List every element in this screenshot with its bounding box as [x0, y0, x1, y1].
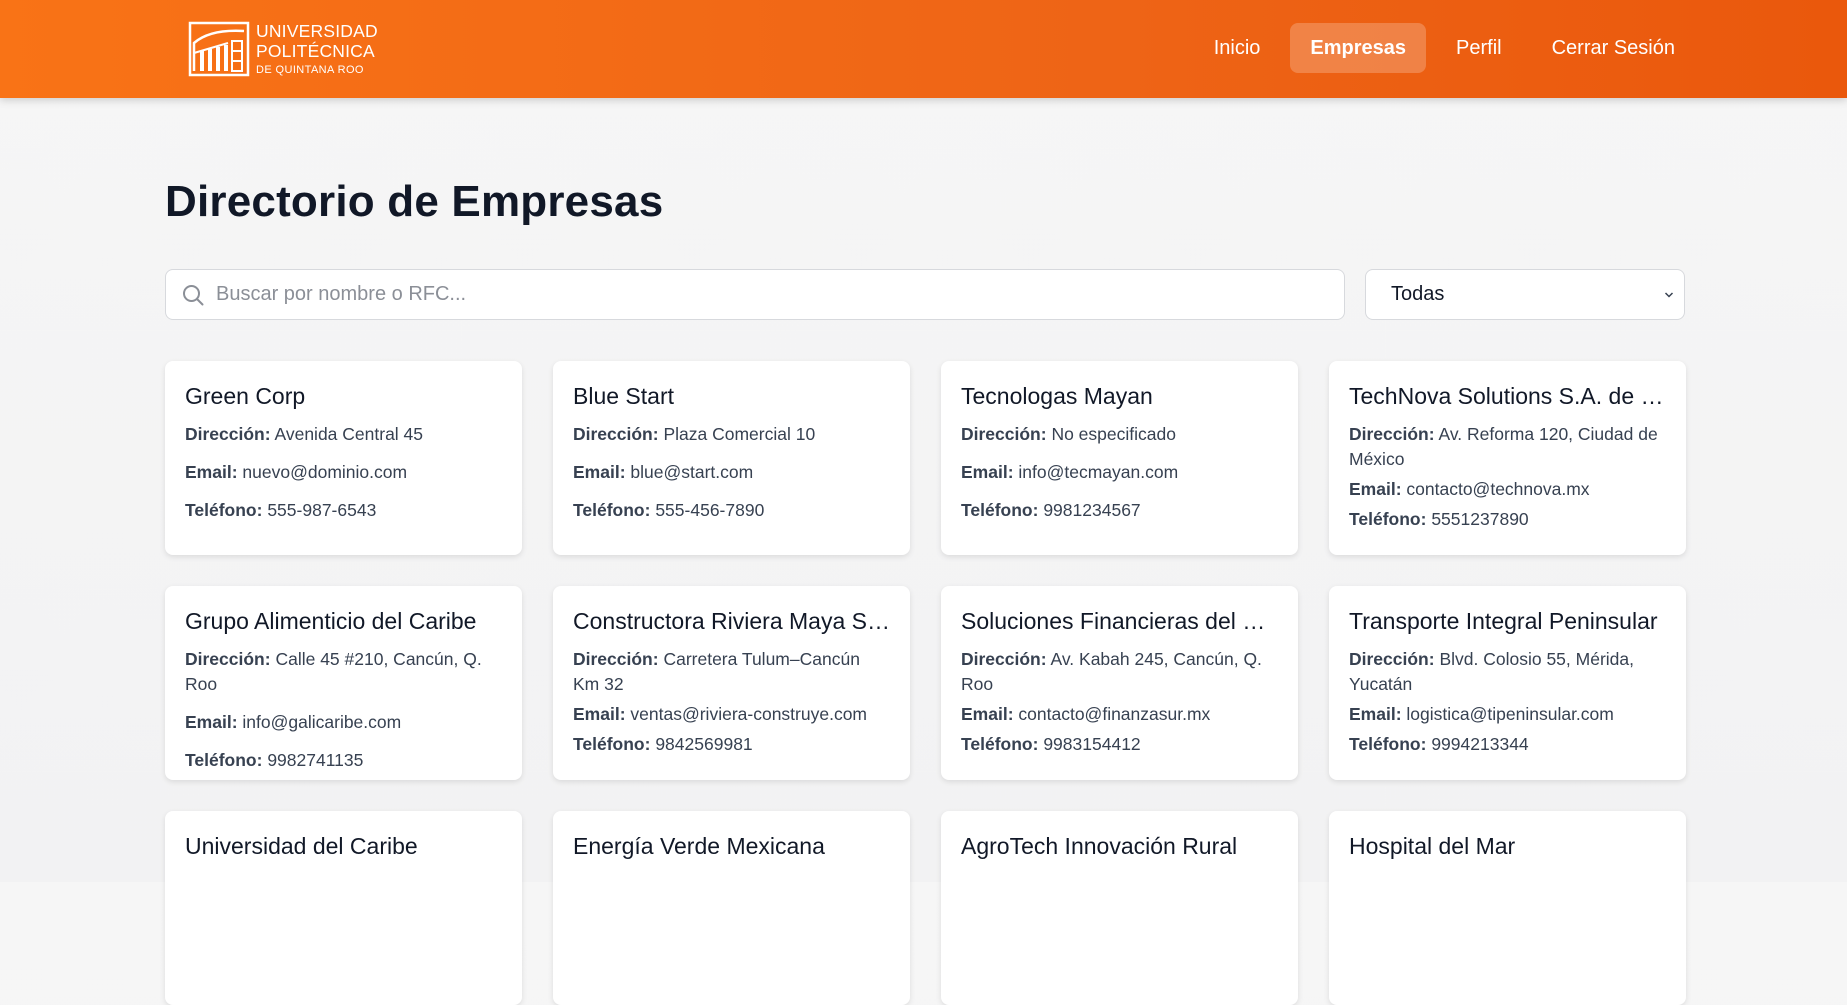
- company-card[interactable]: Grupo Alimenticio del Caribe Dirección: …: [165, 586, 522, 780]
- address-label: Dirección:: [1349, 649, 1435, 669]
- company-name: AgroTech Innovación Rural: [961, 833, 1238, 859]
- address-label: Dirección:: [185, 424, 271, 444]
- company-address: Plaza Comercial 10: [663, 424, 816, 444]
- search-box[interactable]: [165, 269, 1345, 320]
- nav-empresas[interactable]: Empresas: [1290, 23, 1427, 73]
- company-email: contacto@finanzasur.mx: [1018, 704, 1211, 724]
- company-card[interactable]: AgroTech Innovación Rural: [941, 811, 1298, 1005]
- company-email: nuevo@dominio.com: [242, 462, 408, 482]
- email-label: Email:: [573, 462, 626, 482]
- address-label: Dirección:: [961, 649, 1047, 669]
- company-name: Grupo Alimenticio del Caribe: [185, 608, 477, 634]
- email-label: Email:: [961, 462, 1014, 482]
- search-input[interactable]: [216, 270, 1336, 319]
- phone-label: Teléfono:: [573, 734, 651, 754]
- company-email: info@tecmayan.com: [1018, 462, 1179, 482]
- university-name: UNIVERSIDAD POLITÉCNICA DE QUINTANA ROO: [256, 20, 378, 76]
- company-card[interactable]: Green Corp Dirección: Avenida Central 45…: [165, 361, 522, 555]
- company-card[interactable]: Transporte Integral Peninsular Dirección…: [1329, 586, 1686, 780]
- company-card[interactable]: Soluciones Financieras del Su... Direcci…: [941, 586, 1298, 780]
- company-name: Universidad del Caribe: [185, 833, 418, 859]
- address-label: Dirección:: [573, 424, 659, 444]
- nav-perfil[interactable]: Perfil: [1436, 23, 1522, 73]
- company-name: Soluciones Financieras del Su...: [961, 608, 1278, 634]
- nav-inicio[interactable]: Inicio: [1194, 23, 1281, 73]
- phone-label: Teléfono:: [573, 500, 651, 520]
- company-name: Energía Verde Mexicana: [573, 833, 825, 859]
- filter-selected-value: Todas: [1391, 283, 1445, 305]
- company-card[interactable]: Constructora Riviera Maya S.A. Dirección…: [553, 586, 910, 780]
- address-label: Dirección:: [961, 424, 1047, 444]
- company-name: Transporte Integral Peninsular: [1349, 608, 1658, 634]
- company-name: Green Corp: [185, 383, 306, 409]
- address-label: Dirección:: [1349, 424, 1435, 444]
- company-name: Hospital del Mar: [1349, 833, 1516, 859]
- nav-cerrar-sesion[interactable]: Cerrar Sesión: [1532, 23, 1695, 73]
- main-nav: Inicio Empresas Perfil Cerrar Sesión: [1194, 23, 1695, 73]
- address-label: Dirección:: [573, 649, 659, 669]
- email-label: Email:: [961, 704, 1014, 724]
- company-phone: 9994213344: [1431, 734, 1529, 754]
- company-name: Tecnologas Mayan: [961, 383, 1153, 409]
- company-phone: 9982741135: [267, 750, 364, 770]
- phone-label: Teléfono:: [961, 500, 1039, 520]
- university-logo-icon: [188, 21, 250, 77]
- company-card[interactable]: Universidad del Caribe: [165, 811, 522, 1005]
- phone-label: Teléfono:: [1349, 734, 1427, 754]
- phone-label: Teléfono:: [185, 500, 263, 520]
- email-label: Email:: [1349, 479, 1402, 499]
- company-email: blue@start.com: [630, 462, 754, 482]
- company-address: No especificado: [1051, 424, 1176, 444]
- company-card[interactable]: Tecnologas Mayan Dirección: No especific…: [941, 361, 1298, 555]
- company-filter-select[interactable]: Todas: [1365, 269, 1685, 320]
- phone-label: Teléfono:: [1349, 509, 1427, 529]
- company-email: contacto@technova.mx: [1406, 479, 1590, 499]
- company-grid: Green Corp Dirección: Avenida Central 45…: [165, 361, 1686, 1005]
- email-label: Email:: [185, 712, 238, 732]
- company-phone: 555-987-6543: [267, 500, 377, 520]
- university-name-line3: DE QUINTANA ROO: [256, 63, 364, 76]
- company-phone: 9983154412: [1043, 734, 1141, 754]
- company-card[interactable]: Hospital del Mar: [1329, 811, 1686, 1005]
- top-navbar: UNIVERSIDAD POLITÉCNICA DE QUINTANA ROO …: [0, 0, 1847, 98]
- company-card[interactable]: Blue Start Dirección: Plaza Comercial 10…: [553, 361, 910, 555]
- company-card[interactable]: TechNova Solutions S.A. de C... Direcció…: [1329, 361, 1686, 555]
- phone-label: Teléfono:: [185, 750, 263, 770]
- company-email: info@galicaribe.com: [242, 712, 402, 732]
- company-name: Blue Start: [573, 383, 674, 409]
- company-name: Constructora Riviera Maya S.A.: [573, 608, 890, 634]
- email-label: Email:: [573, 704, 626, 724]
- university-logo[interactable]: UNIVERSIDAD POLITÉCNICA DE QUINTANA ROO: [188, 20, 378, 78]
- page-title: Directorio de Empresas: [165, 177, 664, 226]
- university-name-line1: UNIVERSIDAD: [256, 20, 378, 41]
- chevron-down-icon: [1664, 292, 1674, 298]
- company-address: Avenida Central 45: [274, 424, 424, 444]
- company-phone: 9981234567: [1043, 500, 1141, 520]
- company-phone: 9842569981: [655, 734, 753, 754]
- company-phone: 5551237890: [1431, 509, 1529, 529]
- company-card[interactable]: Energía Verde Mexicana: [553, 811, 910, 1005]
- company-name: TechNova Solutions S.A. de C...: [1349, 383, 1666, 409]
- address-label: Dirección:: [185, 649, 271, 669]
- university-name-line2: POLITÉCNICA: [256, 41, 375, 61]
- email-label: Email:: [1349, 704, 1402, 724]
- company-phone: 555-456-7890: [655, 500, 765, 520]
- email-label: Email:: [185, 462, 238, 482]
- company-email: ventas@riviera-construye.com: [630, 704, 867, 724]
- search-icon: [183, 285, 204, 306]
- company-email: logistica@tipeninsular.com: [1406, 704, 1614, 724]
- phone-label: Teléfono:: [961, 734, 1039, 754]
